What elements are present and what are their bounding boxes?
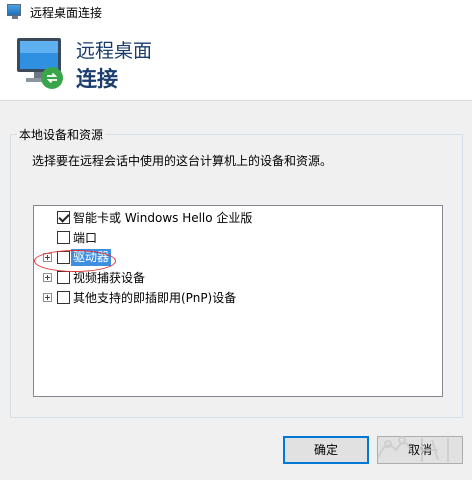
tree-item-label: 驱动器 <box>71 249 112 266</box>
tree-item-label: 端口 <box>73 231 98 245</box>
banner-subtitle: 连接 <box>76 67 118 91</box>
pnp-devices-checkbox[interactable] <box>57 291 70 304</box>
expand-icon[interactable] <box>43 293 52 302</box>
expand-icon[interactable] <box>43 253 52 262</box>
tree-item-label: 其他支持的即插即用(PnP)设备 <box>73 291 237 305</box>
window-title: 远程桌面连接 <box>30 6 103 20</box>
tree-item-label: 智能卡或 Windows Hello 企业版 <box>73 211 253 225</box>
cancel-button[interactable]: 取消 <box>377 436 463 464</box>
smartcard-checkbox[interactable] <box>57 211 70 224</box>
tree-item-label: 视频捕获设备 <box>73 271 146 285</box>
group-label: 本地设备和资源 <box>17 126 106 143</box>
drives-checkbox[interactable] <box>57 251 70 264</box>
device-tree[interactable]: 智能卡或 Windows Hello 企业版 端口 驱动器 视频捕获设备 其他支… <box>33 205 443 397</box>
expand-icon[interactable] <box>43 273 52 282</box>
video-capture-checkbox[interactable] <box>57 271 70 284</box>
header-banner: 远程桌面 连接 <box>0 24 472 101</box>
title-bar[interactable]: 远程桌面连接 <box>0 0 472 24</box>
ok-button[interactable]: 确定 <box>283 436 369 464</box>
remote-desktop-icon <box>7 4 21 19</box>
group-description: 选择要在远程会话中使用的这台计算机上的设备和资源。 <box>32 154 333 168</box>
ports-checkbox[interactable] <box>57 231 70 244</box>
banner-title: 远程桌面 <box>76 40 153 62</box>
remote-desktop-monitor-icon <box>17 38 63 89</box>
